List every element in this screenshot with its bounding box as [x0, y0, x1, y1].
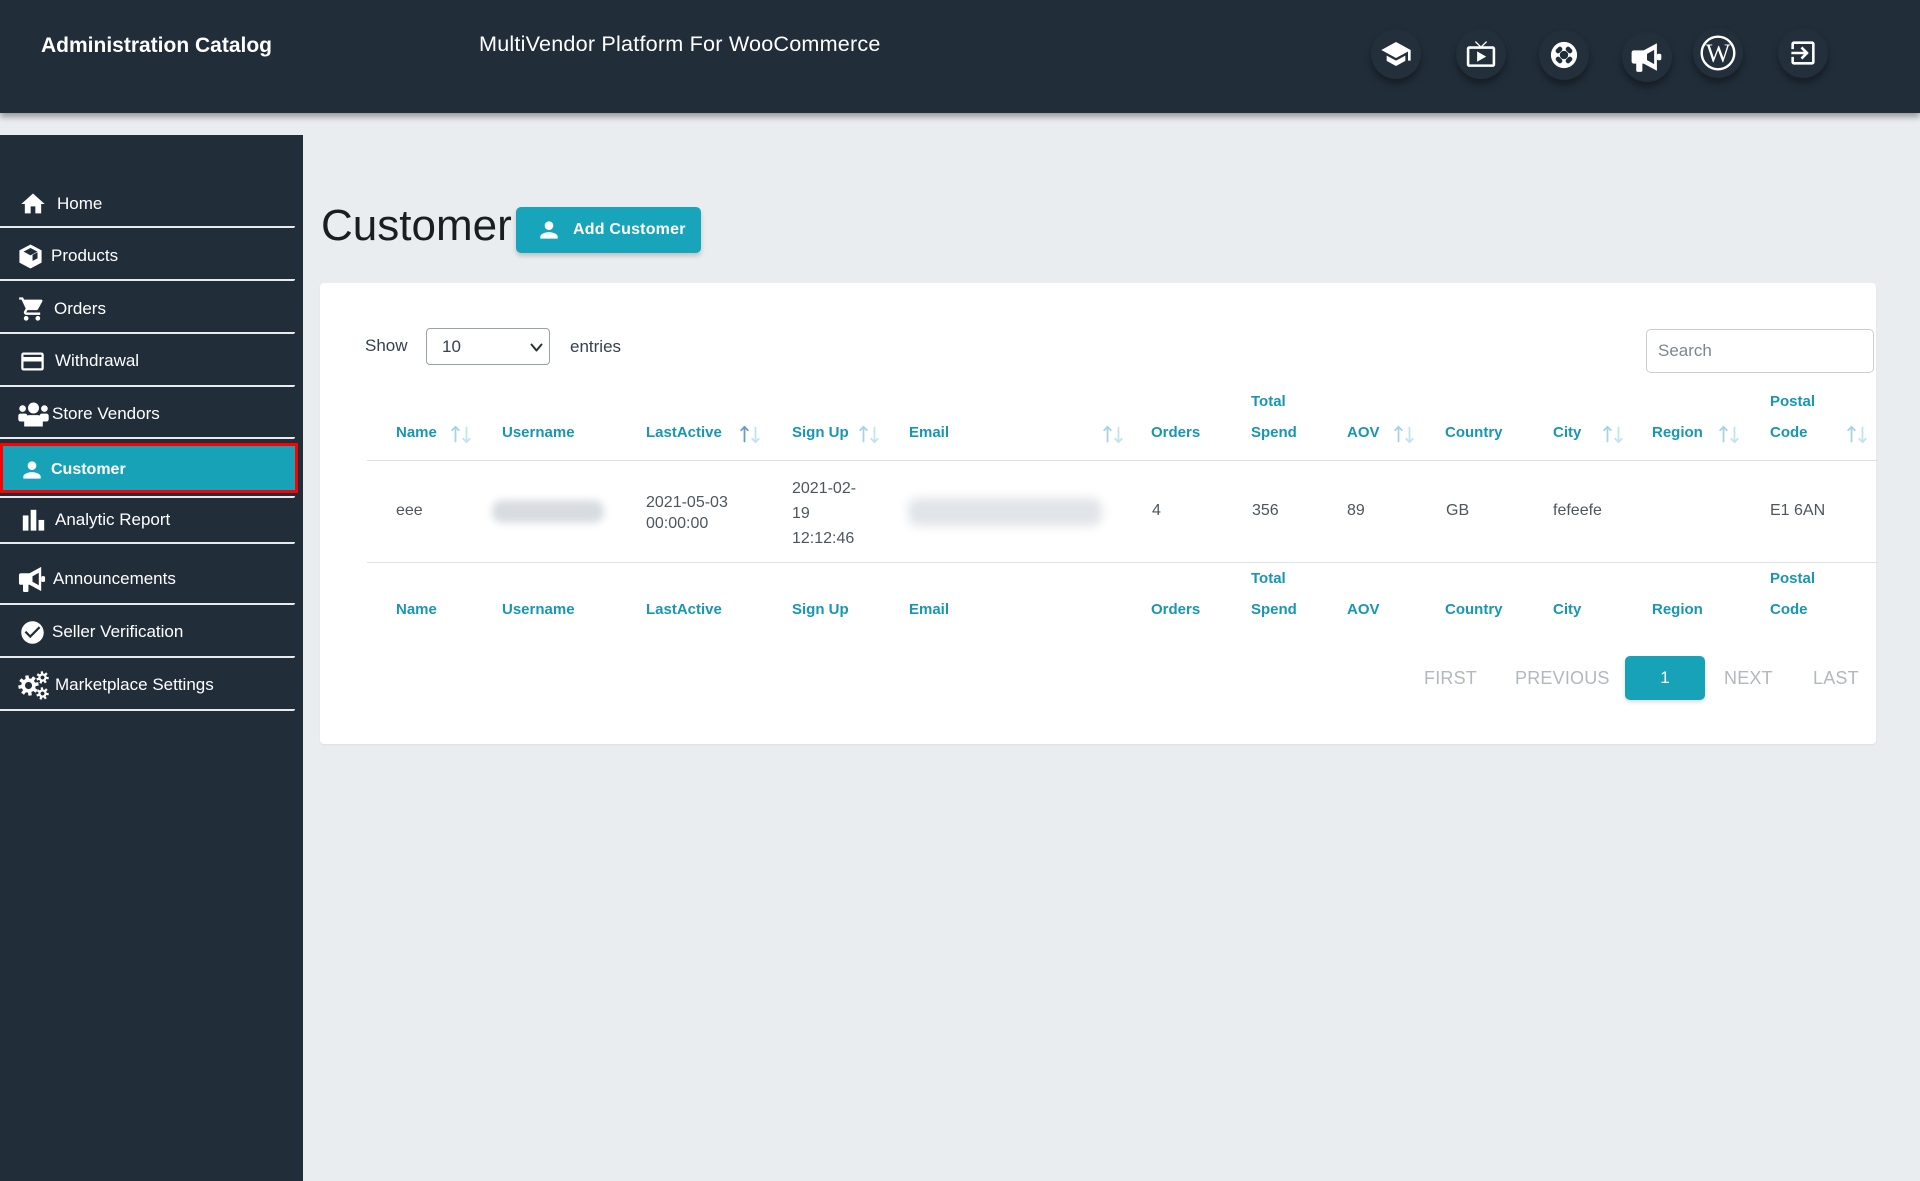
svg-text:W: W	[1706, 39, 1731, 68]
